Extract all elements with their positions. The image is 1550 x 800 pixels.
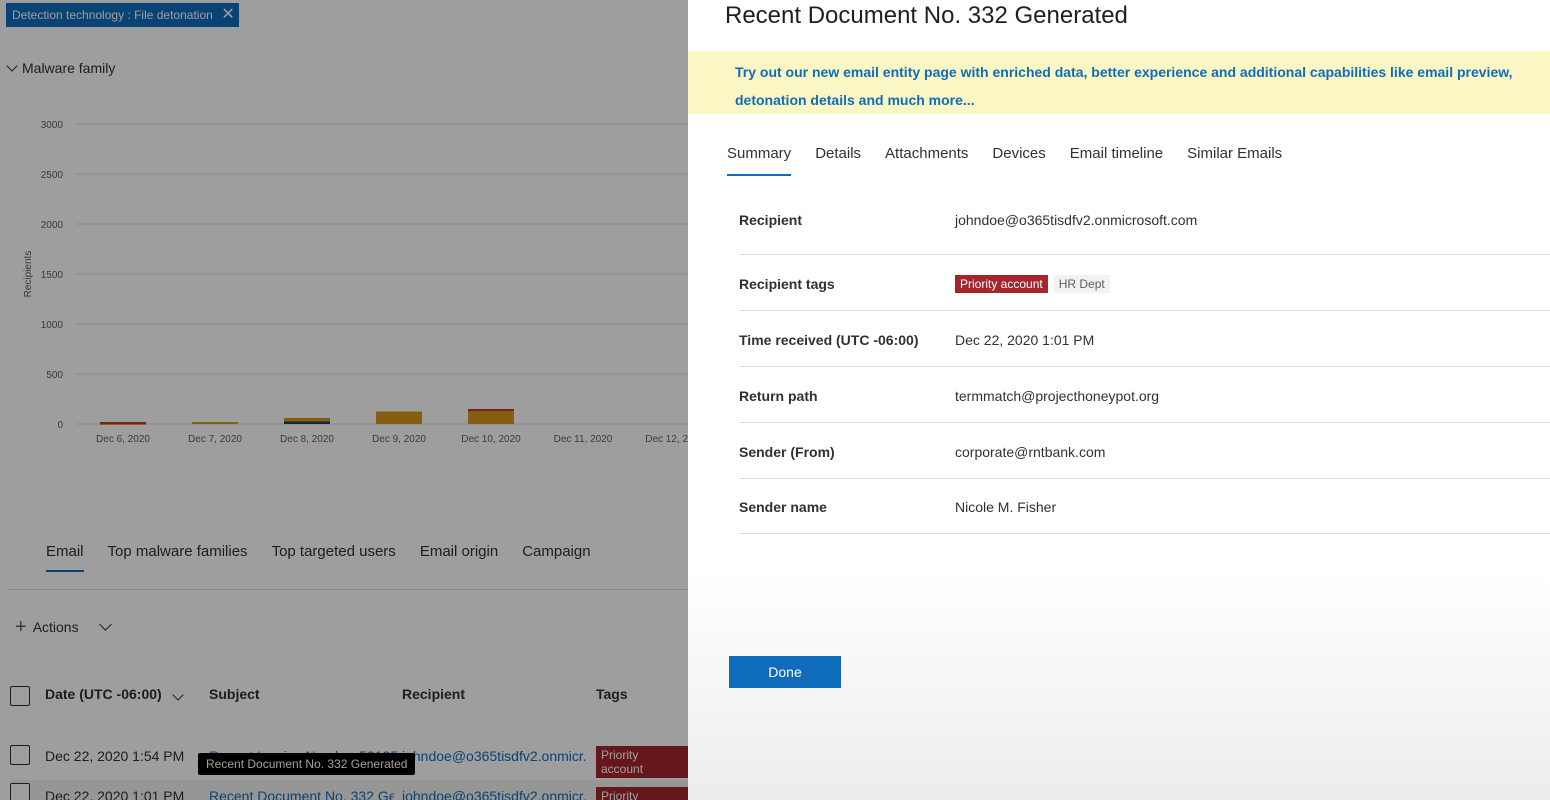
tab-email-origin[interactable]: Email origin bbox=[420, 543, 498, 572]
prop-sender-name: Sender name Nicole M. Fisher bbox=[739, 479, 1550, 534]
table-header: Date (UTC -06:00) Subject Recipient Tags bbox=[10, 684, 688, 708]
prop-label: Recipient tags bbox=[739, 276, 835, 292]
tab-similar-emails[interactable]: Similar Emails bbox=[1187, 145, 1282, 176]
x-tick-label: Dec 8, 2020 bbox=[280, 434, 334, 445]
x-tick-label: Dec 7, 2020 bbox=[188, 434, 242, 445]
y-tick-label: 500 bbox=[46, 370, 63, 381]
prop-label: Time received (UTC -06:00) bbox=[739, 332, 919, 348]
col-date[interactable]: Date (UTC -06:00) bbox=[45, 686, 184, 702]
y-axis-label: Recipients bbox=[23, 251, 34, 298]
y-tick-label: 3000 bbox=[41, 120, 64, 131]
tab-details[interactable]: Details bbox=[815, 145, 861, 176]
section-toggle-label: Malware family bbox=[22, 60, 116, 76]
divider bbox=[8, 589, 688, 590]
left-tabs: Email Top malware families Top targeted … bbox=[46, 543, 591, 572]
panel-title: Recent Document No. 332 Generated bbox=[725, 2, 1128, 29]
x-tick-label: Dec 6, 2020 bbox=[96, 434, 150, 445]
tab-summary[interactable]: Summary bbox=[727, 145, 792, 176]
col-date-label: Date (UTC -06:00) bbox=[45, 686, 162, 702]
filter-chip-label: Detection technology : File detonation bbox=[12, 8, 213, 22]
prop-time-received: Time received (UTC -06:00) Dec 22, 2020 … bbox=[739, 311, 1550, 367]
y-tick-label: 0 bbox=[57, 420, 63, 431]
actions-button[interactable]: + Actions bbox=[15, 616, 112, 638]
promo-banner[interactable]: Try out our new email entity page with e… bbox=[688, 51, 1550, 114]
priority-tag: Priority account bbox=[596, 787, 688, 800]
row-subject[interactable]: Recent Document No. 332 Ge... bbox=[209, 788, 394, 800]
prop-value: corporate@rntbank.com bbox=[955, 444, 1106, 460]
x-tick-label: Dec 9, 2020 bbox=[372, 434, 426, 445]
prop-recipient: Recipient johndoe@o365tisdfv2.onmicrosof… bbox=[739, 192, 1550, 255]
tab-email-timeline[interactable]: Email timeline bbox=[1070, 145, 1163, 176]
tab-campaign[interactable]: Campaign bbox=[522, 543, 590, 572]
y-tick-label: 1000 bbox=[41, 320, 64, 331]
table-row[interactable]: Dec 22, 2020 1:01 PM Recent Document No.… bbox=[10, 780, 688, 800]
y-tick-label: 2500 bbox=[41, 170, 64, 181]
prop-return-path: Return path termmatch@projecthoneypot.or… bbox=[739, 367, 1550, 423]
tab-top-malware-families[interactable]: Top malware families bbox=[108, 543, 248, 572]
prop-sender-from: Sender (From) corporate@rntbank.com bbox=[739, 423, 1550, 479]
tab-email[interactable]: Email bbox=[46, 543, 84, 572]
chevron-down-icon[interactable] bbox=[98, 617, 112, 631]
y-tick-label: 1500 bbox=[41, 270, 64, 281]
prop-label: Recipient bbox=[739, 212, 803, 228]
subject-tooltip: Recent Document No. 332 Generated bbox=[198, 753, 416, 775]
tab-attachments[interactable]: Attachments bbox=[885, 145, 968, 176]
row-date: Dec 22, 2020 1:54 PM bbox=[45, 748, 185, 764]
prop-value: termmatch@projecthoneypot.org bbox=[955, 388, 1160, 404]
malware-chart: 3000 2500 2000 1500 1000 500 0 Recipients Dec 6,… bbox=[23, 120, 688, 445]
filter-chip[interactable]: Detection technology : File detonation ✕ bbox=[6, 3, 239, 27]
panel-tabs: Summary Details Attachments Devices Emai… bbox=[727, 145, 1282, 176]
row-date: Dec 22, 2020 1:01 PM bbox=[45, 788, 185, 800]
col-tags[interactable]: Tags bbox=[596, 686, 628, 702]
bar-segment bbox=[468, 410, 514, 424]
prop-label: Sender (From) bbox=[739, 444, 835, 460]
prop-value: johndoe@o365tisdfv2.onmicrosoft.com bbox=[955, 212, 1198, 228]
left-pane: Detection technology : File detonation ✕… bbox=[0, 0, 688, 800]
banner-link[interactable]: Try out our new email entity page with e… bbox=[735, 58, 1520, 114]
tab-devices[interactable]: Devices bbox=[992, 145, 1045, 176]
close-icon[interactable]: ✕ bbox=[221, 3, 234, 27]
prop-value: Dec 22, 2020 1:01 PM bbox=[955, 332, 1095, 348]
row-checkbox[interactable] bbox=[10, 783, 30, 800]
x-tick-label: Dec 11, 2020 bbox=[554, 434, 613, 445]
priority-tag: Priority account bbox=[596, 746, 688, 778]
select-all-checkbox[interactable] bbox=[10, 686, 30, 706]
tab-top-targeted-users[interactable]: Top targeted users bbox=[272, 543, 396, 572]
bar-segment bbox=[284, 418, 330, 422]
done-button[interactable]: Done bbox=[729, 656, 841, 688]
bar-segment bbox=[284, 421, 330, 424]
col-recipient[interactable]: Recipient bbox=[402, 686, 465, 702]
row-recipient[interactable]: johndoe@o365tisdfv2.onmicr... bbox=[402, 748, 587, 764]
summary-properties: Recipient johndoe@o365tisdfv2.onmicrosof… bbox=[739, 192, 1550, 534]
email-flyout-panel: Recent Document No. 332 Generated Try ou… bbox=[688, 0, 1550, 800]
x-tick-label: Dec 12, 2020 bbox=[645, 434, 688, 445]
prop-label: Return path bbox=[739, 388, 818, 404]
y-tick-label: 2000 bbox=[41, 220, 64, 231]
malware-family-toggle[interactable]: Malware family bbox=[6, 60, 116, 76]
x-tick-label: Dec 10, 2020 bbox=[461, 434, 521, 445]
bar-segment bbox=[468, 409, 514, 411]
plus-icon: + bbox=[15, 616, 27, 638]
bar-segment bbox=[376, 411, 422, 424]
priority-tag: Priority account bbox=[955, 275, 1048, 293]
actions-label: Actions bbox=[32, 619, 79, 635]
col-subject[interactable]: Subject bbox=[209, 686, 260, 702]
bar-segment bbox=[100, 422, 146, 424]
bar-segment bbox=[192, 422, 238, 424]
sort-chevron-icon[interactable] bbox=[171, 689, 184, 701]
prop-value: Nicole M. Fisher bbox=[955, 499, 1057, 515]
prop-recipient-tags: Recipient tags Priority account HR Dept bbox=[739, 255, 1550, 311]
row-recipient[interactable]: johndoe@o365tisdfv2.onmicr... bbox=[402, 788, 587, 800]
hr-dept-tag: HR Dept bbox=[1053, 275, 1110, 293]
prop-label: Sender name bbox=[739, 499, 827, 515]
chevron-down-icon bbox=[6, 60, 18, 72]
row-checkbox[interactable] bbox=[10, 745, 30, 765]
